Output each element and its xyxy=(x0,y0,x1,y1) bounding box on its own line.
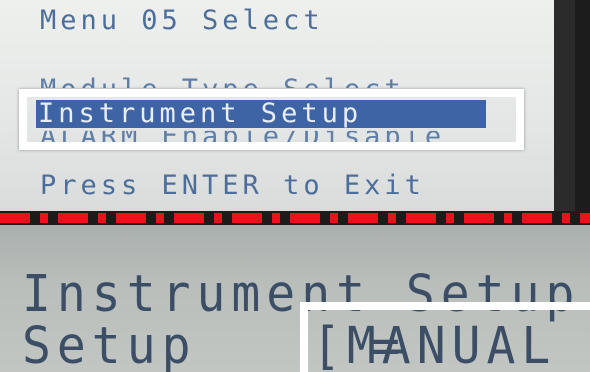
menu-title: Menu 05 Select xyxy=(40,5,324,36)
top-lcd-screen: Menu 05 Select Module Type Select ALARM … xyxy=(0,0,575,212)
photo-frame: Menu 05 Select Module Type Select ALARM … xyxy=(0,0,590,372)
screen-bezel xyxy=(554,0,575,212)
selection-highlight-box xyxy=(19,89,524,150)
setup-field-label: Setup xyxy=(22,317,197,372)
exit-instruction: Press ENTER to Exit xyxy=(40,170,425,201)
red-dashed-divider xyxy=(0,211,590,225)
value-highlight-box xyxy=(300,302,590,372)
